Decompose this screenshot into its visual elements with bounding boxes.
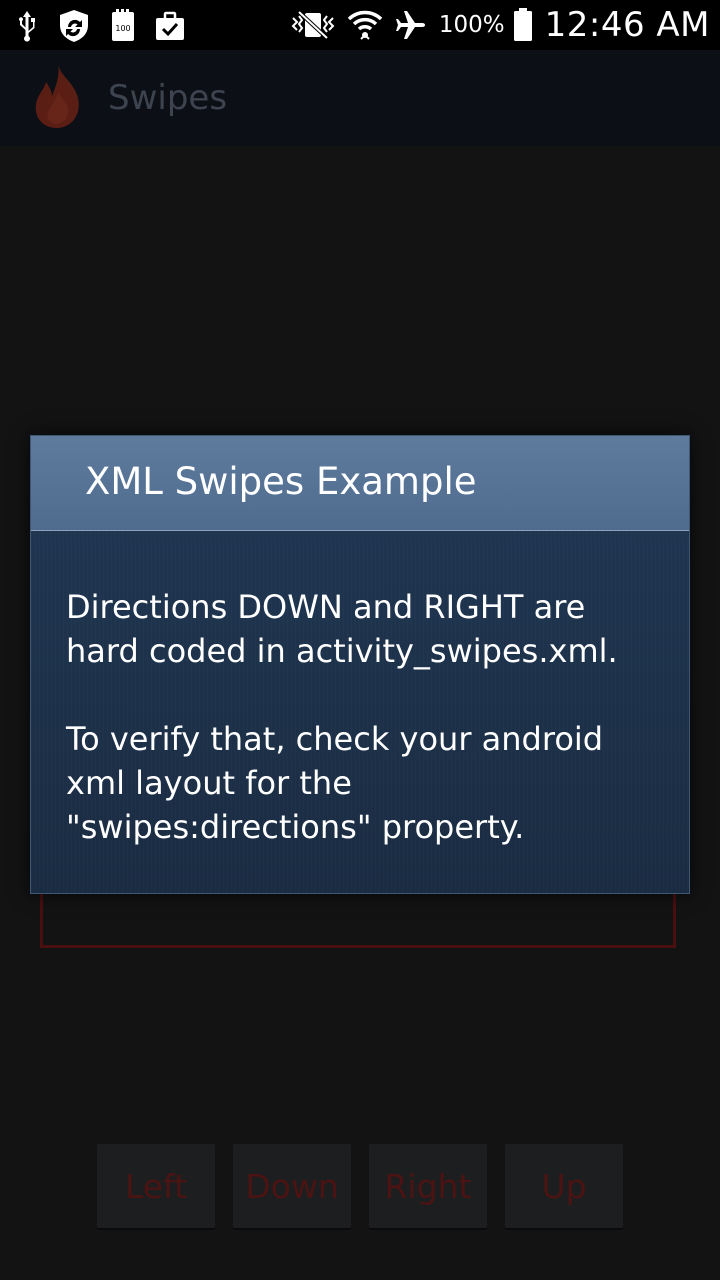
action-bar: Swipes: [0, 50, 720, 146]
briefcase-check-icon: [154, 10, 186, 42]
shield-sync-icon: [56, 8, 92, 44]
svg-text:100: 100: [115, 24, 130, 33]
battery-percent: 100%: [438, 12, 505, 38]
dialog-title: XML Swipes Example: [85, 460, 477, 503]
dialog-message-directions: Directions DOWN and RIGHT are hard coded…: [66, 588, 618, 670]
dialog-header: XML Swipes Example: [31, 436, 689, 531]
status-notifications: 100: [16, 8, 186, 44]
status-bar: 100 100% 12:46 AM: [0, 0, 720, 50]
wifi-icon: [347, 9, 383, 41]
screen: 100 100% 12:46 AM Swipes Left Down Right…: [0, 0, 720, 1280]
dialog-body: Directions DOWN and RIGHT are hard coded…: [31, 531, 689, 893]
info-dialog[interactable]: XML Swipes Example Directions DOWN and R…: [30, 435, 690, 894]
down-button[interactable]: Down: [233, 1144, 351, 1228]
status-clock: 12:46 AM: [544, 5, 710, 45]
up-button[interactable]: Up: [505, 1144, 623, 1228]
storage-100-icon: 100: [110, 9, 136, 43]
right-button[interactable]: Right: [369, 1144, 487, 1228]
airplane-icon: [395, 9, 427, 41]
app-title: Swipes: [108, 78, 228, 118]
usb-icon: [16, 9, 38, 43]
direction-buttons: Left Down Right Up: [97, 1144, 623, 1228]
status-system: 100% 12:46 AM: [291, 4, 710, 46]
dialog-message-verify: To verify that, check your android xml l…: [66, 720, 604, 846]
vibrate-mute-icon: [291, 10, 335, 40]
battery-icon: [513, 8, 533, 42]
left-button[interactable]: Left: [97, 1144, 215, 1228]
flame-icon[interactable]: [30, 62, 86, 136]
